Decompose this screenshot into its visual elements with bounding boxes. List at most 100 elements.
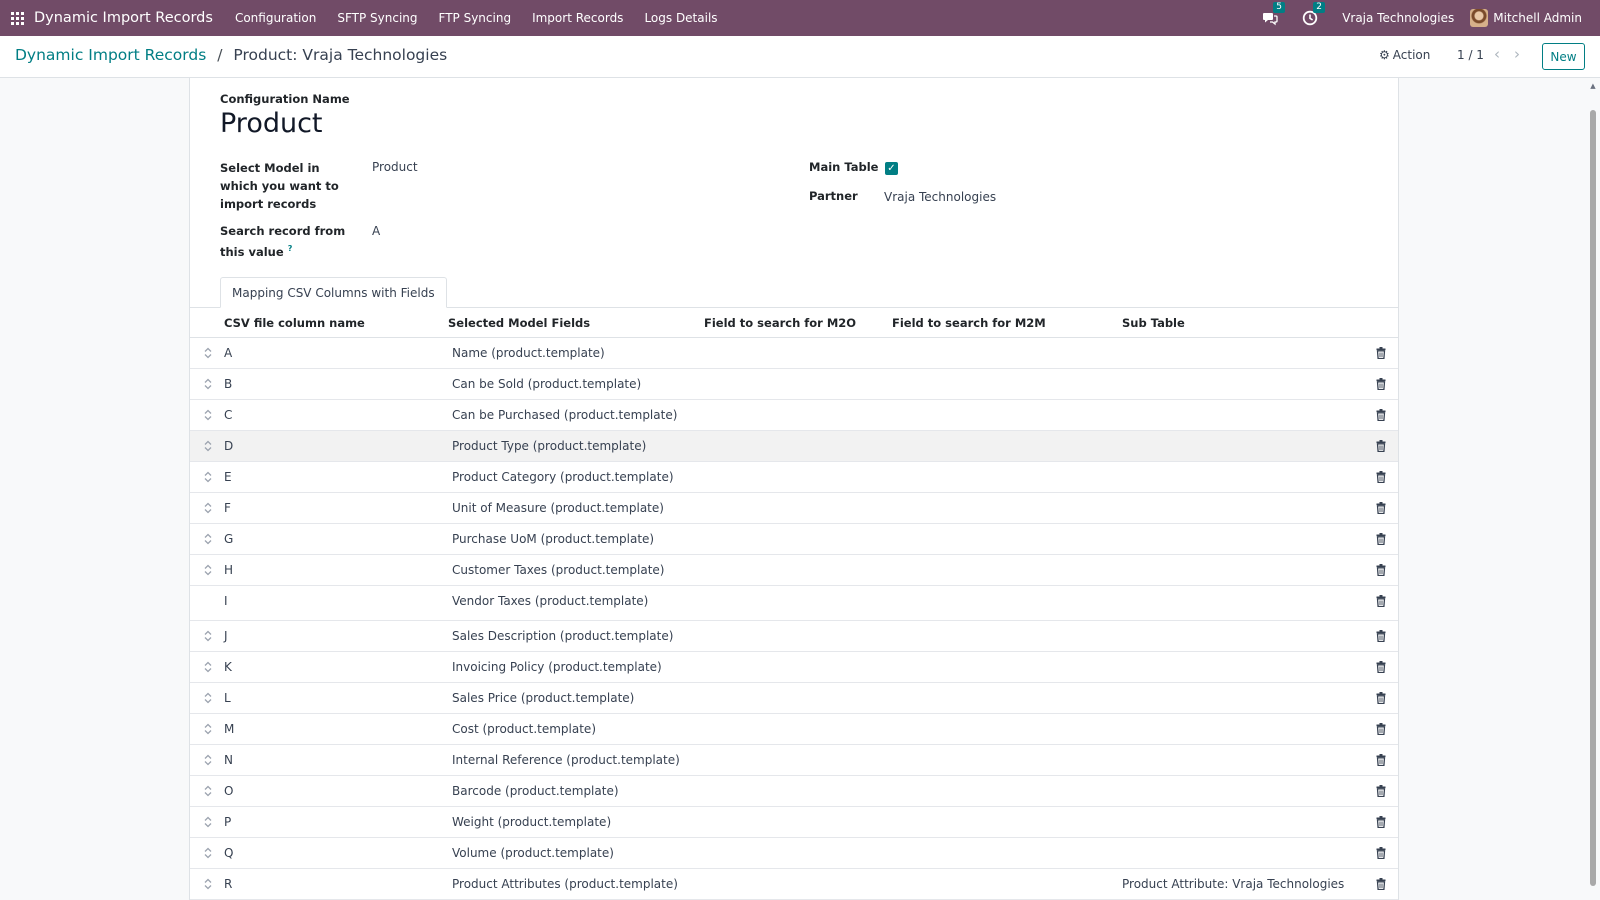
delete-row-trash-icon[interactable] [1376, 661, 1386, 673]
scrollbar-thumb[interactable] [1590, 110, 1596, 886]
apps-grid-icon[interactable] [11, 11, 24, 25]
delete-row-trash-icon[interactable] [1376, 630, 1386, 642]
drag-handle-icon[interactable] [204, 630, 212, 642]
drag-handle-icon[interactable] [204, 754, 212, 766]
app-name[interactable]: Dynamic Import Records [34, 10, 213, 26]
main-table-checkbox[interactable]: ✓ [885, 162, 898, 175]
config-name-field[interactable]: Product [220, 108, 323, 139]
table-row[interactable]: E Product Category (product.template) [190, 462, 1398, 493]
delete-row-trash-icon[interactable] [1376, 754, 1386, 766]
model-field-cell: Customer Taxes (product.template) [452, 563, 665, 577]
table-row[interactable]: P Weight (product.template) [190, 807, 1398, 838]
delete-row-trash-icon[interactable] [1376, 785, 1386, 797]
drag-handle-icon[interactable] [204, 533, 212, 545]
table-row[interactable]: A Name (product.template) [190, 338, 1398, 369]
table-row[interactable]: B Can be Sold (product.template) [190, 369, 1398, 400]
model-field-cell: Can be Sold (product.template) [452, 377, 642, 391]
header-m2o-field[interactable]: Field to search for M2O [704, 316, 856, 330]
drag-handle-icon[interactable] [204, 816, 212, 828]
activities-clock-icon[interactable]: 2 [1302, 2, 1325, 26]
table-row[interactable]: L Sales Price (product.template) [190, 683, 1398, 714]
delete-row-trash-icon[interactable] [1376, 502, 1386, 514]
csv-column-cell: P [224, 815, 232, 829]
model-field-cell: Unit of Measure (product.template) [452, 501, 664, 515]
delete-row-trash-icon[interactable] [1376, 409, 1386, 421]
drag-handle-icon[interactable] [204, 723, 212, 735]
delete-row-trash-icon[interactable] [1376, 564, 1386, 576]
table-row[interactable]: Q Volume (product.template) [190, 838, 1398, 869]
delete-row-trash-icon[interactable] [1376, 440, 1386, 452]
drag-handle-icon[interactable] [204, 502, 212, 514]
table-row[interactable]: N Internal Reference (product.template) [190, 745, 1398, 776]
menu-sftp-syncing[interactable]: SFTP Syncing [337, 11, 417, 25]
gear-icon: ⚙ [1379, 48, 1390, 62]
model-field-cell: Volume (product.template) [452, 846, 614, 860]
page-scrollbar[interactable]: ▲ [1589, 82, 1597, 900]
menu-logs-details[interactable]: Logs Details [644, 11, 717, 25]
drag-handle-icon[interactable] [204, 692, 212, 704]
header-model-fields[interactable]: Selected Model Fields [448, 316, 590, 330]
partner-field[interactable]: Vraja Technologies [884, 190, 996, 204]
scroll-up-icon[interactable]: ▲ [1589, 82, 1597, 90]
model-field-cell: Product Attributes (product.template) [452, 877, 678, 891]
action-label: Action [1392, 48, 1431, 62]
drag-handle-icon[interactable] [204, 440, 212, 452]
new-button[interactable]: New [1542, 43, 1585, 70]
delete-row-trash-icon[interactable] [1376, 723, 1386, 735]
menu-ftp-syncing[interactable]: FTP Syncing [439, 11, 512, 25]
drag-handle-icon[interactable] [204, 661, 212, 673]
pager-previous-icon[interactable]: ‹ [1494, 45, 1500, 63]
delete-row-trash-icon[interactable] [1376, 471, 1386, 483]
delete-row-trash-icon[interactable] [1376, 816, 1386, 828]
help-tooltip-icon[interactable]: ? [288, 244, 293, 253]
search-value-label-text: Search record from this value [220, 224, 346, 259]
messages-icon[interactable]: 5 [1262, 2, 1285, 26]
delete-row-trash-icon[interactable] [1376, 847, 1386, 859]
delete-row-trash-icon[interactable] [1376, 878, 1386, 890]
delete-row-trash-icon[interactable] [1376, 347, 1386, 359]
table-row[interactable]: K Invoicing Policy (product.template) [190, 652, 1398, 683]
delete-row-trash-icon[interactable] [1376, 595, 1386, 607]
drag-handle-icon[interactable] [204, 564, 212, 576]
csv-column-cell: I [224, 594, 228, 608]
table-row[interactable]: I Vendor Taxes (product.template) [190, 586, 1398, 621]
breadcrumb-parent-link[interactable]: Dynamic Import Records [15, 46, 206, 64]
search-value-field[interactable]: A [372, 224, 380, 238]
pager-value[interactable]: 1 / 1 [1457, 48, 1484, 62]
drag-handle-icon[interactable] [204, 378, 212, 390]
table-row[interactable]: H Customer Taxes (product.template) [190, 555, 1398, 586]
drag-handle-icon[interactable] [204, 409, 212, 421]
drag-handle-icon[interactable] [204, 878, 212, 890]
csv-column-cell: N [224, 753, 233, 767]
model-field[interactable]: Product [372, 160, 418, 174]
drag-handle-icon[interactable] [204, 347, 212, 359]
table-row[interactable]: J Sales Description (product.template) [190, 621, 1398, 652]
company-switcher[interactable]: Vraja Technologies [1342, 11, 1454, 25]
model-field-cell: Weight (product.template) [452, 815, 612, 829]
user-menu[interactable]: Mitchell Admin [1470, 9, 1582, 27]
table-row[interactable]: O Barcode (product.template) [190, 776, 1398, 807]
drag-handle-icon[interactable] [204, 847, 212, 859]
header-csv-column[interactable]: CSV file column name [224, 316, 365, 330]
pager-next-icon[interactable]: › [1514, 45, 1520, 63]
table-row[interactable]: F Unit of Measure (product.template) [190, 493, 1398, 524]
drag-handle-icon[interactable] [204, 785, 212, 797]
action-button[interactable]: ⚙ Action [1379, 48, 1430, 62]
table-row[interactable]: D Product Type (product.template) [190, 431, 1398, 462]
menu-configuration[interactable]: Configuration [235, 11, 316, 25]
sub-table-cell: Product Attribute: Vraja Technologies [1122, 877, 1345, 891]
activities-count-badge: 2 [1313, 2, 1325, 13]
table-row[interactable]: C Can be Purchased (product.template) [190, 400, 1398, 431]
table-row[interactable]: M Cost (product.template) [190, 714, 1398, 745]
menu-import-records[interactable]: Import Records [532, 11, 623, 25]
table-row[interactable]: G Purchase UoM (product.template) [190, 524, 1398, 555]
header-m2m-field[interactable]: Field to search for M2M [892, 316, 1046, 330]
delete-row-trash-icon[interactable] [1376, 378, 1386, 390]
tab-mapping-csv-columns[interactable]: Mapping CSV Columns with Fields [220, 277, 447, 308]
drag-handle-icon[interactable] [204, 471, 212, 483]
delete-row-trash-icon[interactable] [1376, 692, 1386, 704]
table-row[interactable]: R Product Attributes (product.template) Pr… [190, 869, 1398, 900]
user-name: Mitchell Admin [1493, 11, 1582, 25]
delete-row-trash-icon[interactable] [1376, 533, 1386, 545]
header-sub-table[interactable]: Sub Table [1122, 316, 1185, 330]
